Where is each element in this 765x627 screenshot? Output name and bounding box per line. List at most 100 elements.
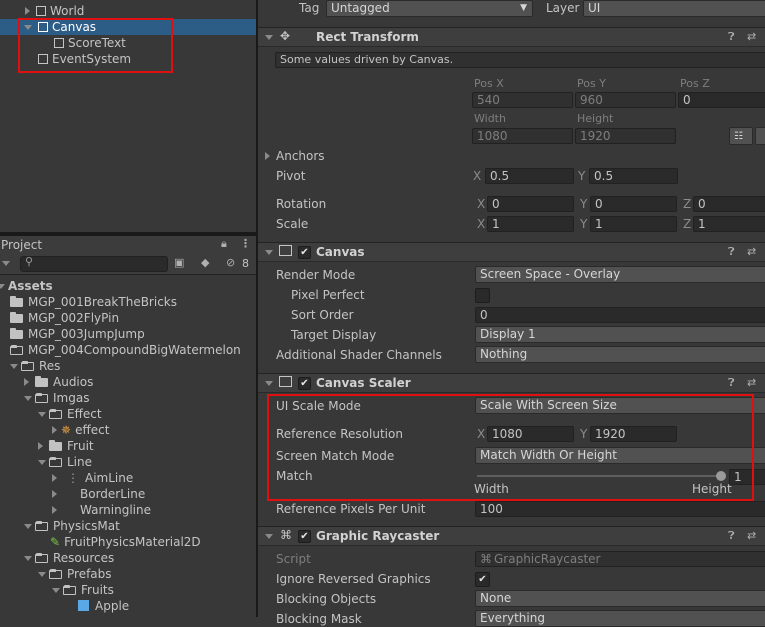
width-field[interactable]: 1080 [472, 128, 573, 144]
rotation-z-field[interactable]: 0 [693, 196, 765, 212]
pos-y-field[interactable]: 960 [575, 92, 676, 108]
expand-arrow-icon[interactable] [52, 490, 57, 498]
pos-z-field[interactable]: 0 [678, 92, 765, 108]
hierarchy-item-scoretext[interactable]: ScoreText [0, 35, 126, 51]
asset-item[interactable]: Warningline [0, 502, 151, 518]
expand-arrow-icon[interactable] [24, 378, 29, 386]
graphic-raycaster-header[interactable]: ⌘ ✔ Graphic Raycaster ❓︎ ⇄ [258, 526, 765, 546]
expand-arrow-icon[interactable] [52, 474, 57, 482]
asset-item[interactable]: ✵ effect [0, 422, 109, 438]
reference-resolution-x-field[interactable]: 1080 [487, 426, 574, 442]
folder-item[interactable]: Fruit [0, 438, 94, 454]
collapse-arrow-icon[interactable] [0, 284, 5, 289]
collapse-arrow-icon[interactable] [24, 556, 32, 561]
rect-transform-header[interactable]: ✥ Rect Transform ❓︎ ⇄ [258, 27, 765, 47]
folder-item[interactable]: MGP_001BreakTheBricks [0, 294, 177, 310]
pixel-perfect-checkbox[interactable] [475, 288, 490, 303]
collapse-arrow-icon[interactable] [24, 524, 32, 529]
presets-icon[interactable]: ⇄ [747, 30, 756, 43]
more-options-icon[interactable]: ⋮ [240, 237, 251, 250]
collapse-arrow-icon[interactable] [38, 460, 46, 465]
collapse-arrow-icon[interactable] [38, 412, 46, 417]
tag-dropdown[interactable]: Untagged ▼ [326, 0, 533, 17]
scale-x-field[interactable]: 1 [487, 216, 574, 232]
shader-channels-dropdown[interactable]: Nothing [475, 346, 765, 363]
reference-resolution-y-field[interactable]: 1920 [590, 426, 677, 442]
hierarchy-item-eventsystem[interactable]: EventSystem [0, 51, 131, 67]
pivot-x-field[interactable]: 0.5 [485, 168, 574, 184]
expand-arrow-icon[interactable] [38, 442, 43, 450]
presets-icon[interactable]: ⇄ [747, 376, 756, 389]
pos-x-field[interactable]: 540 [472, 92, 573, 108]
enabled-checkbox[interactable]: ✔ [298, 377, 311, 390]
project-search-input[interactable]: ⚲ [20, 255, 168, 272]
collapse-arrow-icon[interactable] [265, 534, 273, 539]
help-icon[interactable]: ❓︎ [728, 529, 735, 543]
rotation-x-field[interactable]: 0 [487, 196, 574, 212]
hierarchy-item-canvas[interactable]: Canvas [0, 19, 256, 35]
folder-item[interactable]: MGP_003JumpJump [0, 326, 145, 342]
expand-arrow-icon[interactable] [52, 426, 57, 434]
sort-order-field[interactable]: 0 [475, 307, 765, 323]
ignore-reversed-checkbox[interactable]: ✔ [475, 572, 490, 587]
canvas-header[interactable]: ✔ Canvas ❓︎ ⇄ [258, 242, 765, 262]
folder-item[interactable]: PhysicsMat [0, 518, 120, 534]
help-icon[interactable]: ❓︎ [728, 245, 735, 259]
folder-item[interactable]: Res [0, 358, 60, 374]
asset-item[interactable]: BorderLine [0, 486, 145, 502]
collapse-arrow-icon[interactable] [265, 381, 273, 386]
asset-item[interactable]: ✎ FruitPhysicsMaterial2D [0, 534, 201, 550]
match-slider-track[interactable] [477, 471, 726, 481]
folder-item[interactable]: Audios [0, 374, 93, 390]
collapse-arrow-icon[interactable] [38, 572, 46, 577]
hierarchy-item-world[interactable]: World [0, 3, 84, 19]
asset-item[interactable]: Apple [0, 598, 129, 614]
lock-icon[interactable]: 🔒︎ [221, 237, 227, 251]
asset-item[interactable]: ⋮ AimLine [0, 470, 133, 486]
blocking-mask-dropdown[interactable]: Everything [475, 610, 765, 627]
screen-match-mode-dropdown[interactable]: Match Width Or Height [475, 447, 765, 464]
expand-arrow-icon[interactable] [265, 152, 270, 160]
target-display-dropdown[interactable]: Display 1 [475, 326, 765, 343]
raw-edit-button[interactable] [755, 127, 765, 145]
expand-arrow-icon[interactable] [25, 7, 30, 15]
filter-label-icon[interactable]: ◆ [201, 256, 209, 269]
collapse-arrow-icon[interactable] [24, 25, 32, 30]
expand-arrow-icon[interactable] [52, 506, 57, 514]
match-value-field[interactable]: 1 [729, 469, 765, 485]
render-mode-dropdown[interactable]: Screen Space - Overlay [475, 266, 765, 283]
collapse-arrow-icon[interactable] [265, 35, 273, 40]
blueprint-mode-button[interactable]: ☷ [729, 127, 753, 145]
ui-scale-mode-dropdown[interactable]: Scale With Screen Size [475, 397, 765, 414]
folder-item[interactable]: Fruits [0, 582, 114, 598]
scale-y-field[interactable]: 1 [590, 216, 677, 232]
collapse-arrow-icon[interactable] [10, 364, 18, 369]
reference-ppu-field[interactable]: 100 [475, 501, 765, 517]
pivot-y-field[interactable]: 0.5 [589, 168, 678, 184]
folder-item[interactable]: Effect [0, 406, 102, 422]
folder-assets[interactable]: Assets [0, 278, 53, 294]
scale-z-field[interactable]: 1 [693, 216, 765, 232]
canvas-scaler-header[interactable]: ✔ Canvas Scaler ❓︎ ⇄ [258, 373, 765, 393]
collapse-arrow-icon[interactable] [52, 588, 60, 593]
folder-item[interactable]: Resources [0, 550, 114, 566]
presets-icon[interactable]: ⇄ [747, 529, 756, 542]
collapse-arrow-icon[interactable] [24, 396, 32, 401]
presets-icon[interactable]: ⇄ [747, 245, 756, 258]
layer-dropdown[interactable]: UI [583, 0, 765, 17]
tab-project[interactable]: Project [1, 238, 42, 252]
folder-item[interactable]: Prefabs [0, 566, 112, 582]
folder-item[interactable]: MGP_002FlyPin [0, 310, 119, 326]
enabled-checkbox[interactable]: ✔ [298, 246, 311, 259]
help-icon[interactable]: ❓︎ [728, 376, 735, 390]
filter-type-icon[interactable]: ▣ [174, 256, 184, 269]
anchors-label[interactable]: Anchors [276, 149, 325, 163]
folder-item[interactable]: Line [0, 454, 92, 470]
enabled-checkbox[interactable]: ✔ [298, 530, 311, 543]
rotation-y-field[interactable]: 0 [590, 196, 677, 212]
folder-item[interactable]: MGP_004CompoundBigWatermelon [0, 342, 241, 358]
blocking-objects-dropdown[interactable]: None [475, 590, 765, 607]
create-dropdown-icon[interactable] [2, 261, 10, 266]
collapse-arrow-icon[interactable] [265, 250, 273, 255]
folder-item[interactable]: Imgas [0, 390, 89, 406]
